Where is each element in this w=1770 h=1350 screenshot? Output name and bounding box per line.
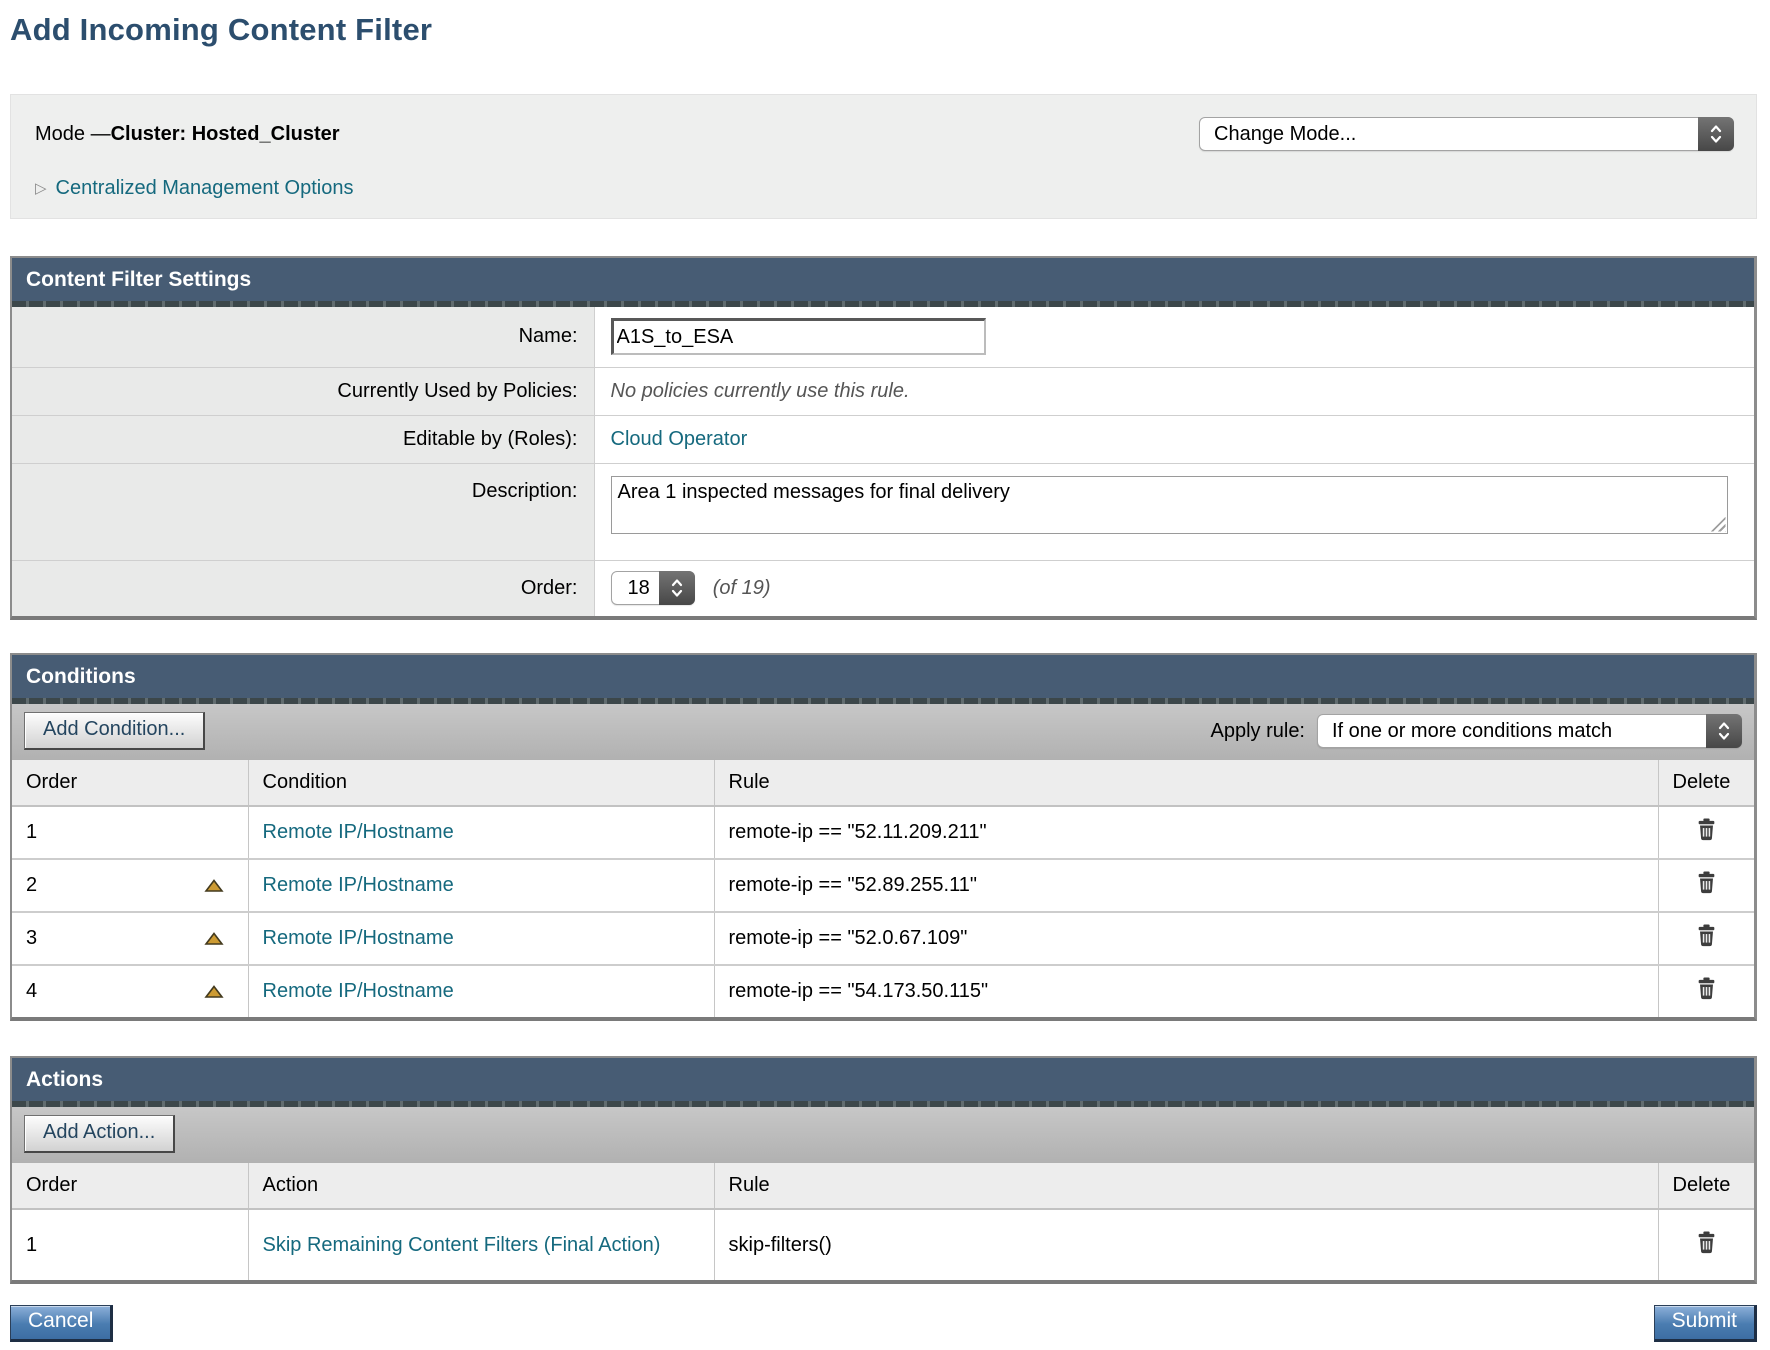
action-order: 1: [26, 1234, 37, 1256]
condition-row: 4 Remote IP/Hostname remote-ip == "54.17…: [12, 965, 1754, 1017]
condition-row: 1 Remote IP/Hostname remote-ip == "52.11…: [12, 806, 1754, 859]
trash-icon[interactable]: [1696, 871, 1717, 894]
condition-link[interactable]: Remote IP/Hostname: [263, 874, 454, 896]
condition-link[interactable]: Remote IP/Hostname: [263, 980, 454, 1002]
trash-icon[interactable]: [1696, 924, 1717, 947]
condition-order: 3: [26, 927, 37, 949]
actions-header: Actions: [12, 1058, 1754, 1101]
condition-order: 2: [26, 874, 37, 896]
policies-value: No policies currently use this rule.: [611, 380, 910, 402]
condition-row: 3 Remote IP/Hostname remote-ip == "52.0.…: [12, 912, 1754, 965]
condition-rule: remote-ip == "54.173.50.115": [729, 980, 989, 1002]
actions-col-rule: Rule: [714, 1163, 1658, 1209]
conditions-col-order: Order: [12, 760, 248, 806]
content-filter-settings-panel: Content Filter Settings Name: Currently …: [10, 256, 1757, 620]
move-up-icon[interactable]: [204, 932, 224, 946]
expand-triangle-icon[interactable]: ▷: [35, 181, 47, 196]
description-textarea[interactable]: Area 1 inspected messages for final deli…: [611, 476, 1728, 534]
apply-rule-select-value: If one or more conditions match: [1332, 720, 1612, 743]
action-rule: skip-filters(): [729, 1234, 832, 1256]
mode-value: Cluster: Hosted_Cluster: [111, 123, 340, 145]
trash-icon[interactable]: [1696, 977, 1717, 1000]
condition-link[interactable]: Remote IP/Hostname: [263, 927, 454, 949]
order-select-value: 18: [628, 577, 650, 600]
change-mode-select[interactable]: Change Mode...: [1199, 117, 1734, 151]
condition-order: 1: [26, 821, 37, 843]
actions-toolbar: Add Action...: [12, 1107, 1754, 1163]
mode-text: Mode —Cluster: Hosted_Cluster: [35, 123, 340, 146]
condition-row: 2 Remote IP/Hostname remote-ip == "52.89…: [12, 859, 1754, 912]
add-condition-button[interactable]: Add Condition...: [24, 712, 205, 750]
actions-col-action: Action: [248, 1163, 714, 1209]
condition-link[interactable]: Remote IP/Hostname: [263, 821, 454, 843]
mode-label: Mode —: [35, 123, 111, 145]
conditions-header: Conditions: [12, 655, 1754, 698]
select-spinner-icon: [1706, 714, 1742, 748]
add-action-button[interactable]: Add Action...: [24, 1115, 175, 1153]
conditions-panel: Conditions Add Condition... Apply rule: …: [10, 653, 1757, 1021]
apply-rule-label: Apply rule:: [1211, 720, 1306, 743]
order-suffix: (of 19): [713, 577, 771, 600]
condition-rule: remote-ip == "52.0.67.109": [729, 927, 968, 949]
change-mode-select-value: Change Mode...: [1214, 123, 1356, 146]
roles-value-link[interactable]: Cloud Operator: [611, 428, 748, 450]
policies-label: Currently Used by Policies:: [12, 367, 594, 415]
condition-rule: remote-ip == "52.89.255.11": [729, 874, 977, 896]
roles-label: Editable by (Roles):: [12, 415, 594, 463]
name-label: Name:: [12, 307, 594, 367]
select-spinner-icon: [1698, 117, 1734, 151]
trash-icon[interactable]: [1696, 818, 1717, 841]
content-filter-settings-header: Content Filter Settings: [12, 258, 1754, 301]
action-row: 1 Skip Remaining Content Filters (Final …: [12, 1209, 1754, 1280]
order-label: Order:: [12, 560, 594, 616]
actions-col-delete: Delete: [1658, 1163, 1754, 1209]
action-link[interactable]: Skip Remaining Content Filters (Final Ac…: [263, 1234, 661, 1256]
select-spinner-icon: [659, 571, 695, 605]
page-title: Add Incoming Content Filter: [10, 12, 1757, 48]
apply-rule-select[interactable]: If one or more conditions match: [1317, 714, 1742, 748]
condition-order: 4: [26, 980, 37, 1002]
condition-rule: remote-ip == "52.11.209.211": [729, 821, 987, 843]
centralized-management-options-link[interactable]: Centralized Management Options: [56, 177, 354, 200]
cancel-button[interactable]: Cancel: [10, 1305, 113, 1342]
actions-panel: Actions Add Action... Order Action Rule …: [10, 1056, 1757, 1284]
name-input[interactable]: [611, 318, 986, 355]
order-select[interactable]: 18: [611, 571, 695, 605]
conditions-col-rule: Rule: [714, 760, 1658, 806]
submit-button[interactable]: Submit: [1654, 1305, 1757, 1342]
actions-col-order: Order: [12, 1163, 248, 1209]
conditions-col-delete: Delete: [1658, 760, 1754, 806]
trash-icon[interactable]: [1696, 1231, 1717, 1254]
description-label: Description:: [12, 463, 594, 560]
move-up-icon[interactable]: [204, 879, 224, 893]
mode-box: Mode —Cluster: Hosted_Cluster Change Mod…: [10, 94, 1757, 219]
move-up-icon[interactable]: [204, 985, 224, 999]
conditions-toolbar: Add Condition... Apply rule: If one or m…: [12, 704, 1754, 760]
conditions-col-condition: Condition: [248, 760, 714, 806]
page: Add Incoming Content Filter Mode —Cluste…: [0, 12, 1770, 1342]
